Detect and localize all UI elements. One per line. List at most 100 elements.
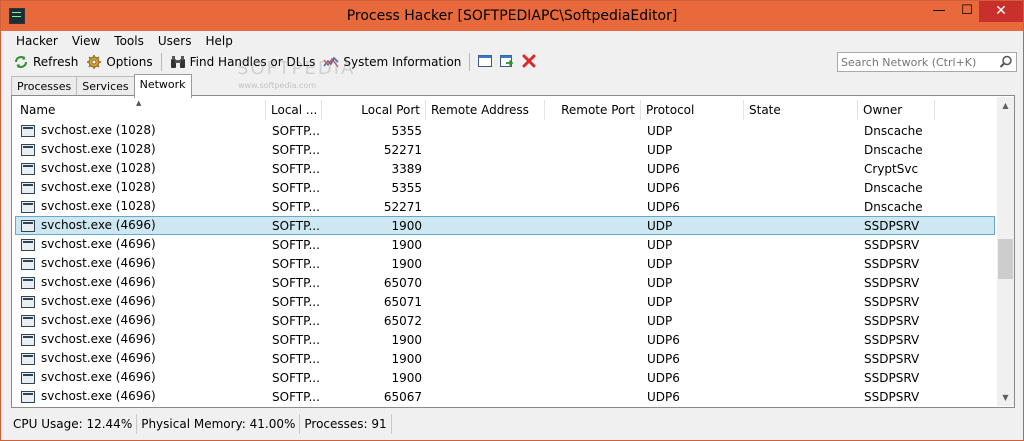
refresh-button[interactable]: Refresh (9, 51, 82, 73)
cell-local-port: 5355 (391, 124, 422, 138)
column-remote-port[interactable]: Remote Port (545, 100, 641, 120)
process-name: svchost.exe (4696) (41, 313, 156, 327)
cell-remote-address (427, 274, 546, 291)
cell-local-address: SOFTP... (272, 124, 320, 138)
cell-remote-address (427, 331, 546, 348)
cell-owner: SSDPSRV (864, 257, 920, 271)
scroll-thumb[interactable] (998, 239, 1013, 279)
tab-network[interactable]: Network (133, 74, 192, 98)
cell-name: svchost.exe (4696) (16, 350, 267, 367)
cell-remote-address (427, 122, 546, 139)
cell-protocol: UDP (647, 314, 673, 328)
cell-state (745, 160, 859, 177)
search-box[interactable] (837, 52, 1017, 72)
minimize-button[interactable]: — (925, 1, 953, 22)
cell-remote-address (427, 236, 546, 253)
table-row[interactable]: svchost.exe (1028) SOFTP... 5355 UDP Dnscach… (15, 121, 995, 140)
column-owner[interactable]: Owner (858, 100, 935, 120)
cell-remote-port (546, 350, 642, 367)
cell-owner: CryptSvc (864, 162, 919, 176)
process-icon (21, 352, 35, 365)
menu-tools[interactable]: Tools (107, 31, 151, 51)
status-bar: CPU Usage: 12.44% Physical Memory: 41.00… (9, 414, 392, 434)
cell-name: svchost.exe (1028) (16, 179, 267, 196)
cell-protocol: UDP6 (647, 162, 680, 176)
maximize-button[interactable]: ☐ (953, 1, 981, 22)
cell-owner: SSDPSRV (864, 371, 920, 385)
cell-state (745, 179, 859, 196)
table-row[interactable]: svchost.exe (4696) SOFTP... 1900 UDP SSDPSRV (15, 254, 995, 273)
table-row[interactable]: svchost.exe (1028) SOFTP... 52271 UDP Dnscac… (15, 140, 995, 159)
table-row[interactable]: svchost.exe (1028) SOFTP... 52271 UDP6 Dnsca… (15, 197, 995, 216)
table-row[interactable]: svchost.exe (4696) SOFTP... 1900 UDP6 SSDPSR… (15, 330, 995, 349)
table-row[interactable]: svchost.exe (4696) SOFTP... 1900 UDP6 SSDPSR… (15, 368, 995, 387)
table-row[interactable]: svchost.exe (4696) SOFTP... 1900 UDP SSDPSRV (15, 235, 995, 254)
process-icon (21, 390, 35, 403)
table-row[interactable]: svchost.exe (4696) SOFTP... 65070 UDP SSDPSR… (15, 273, 995, 292)
cell-protocol: UDP (647, 257, 673, 271)
cell-local-address: SOFTP... (272, 181, 320, 195)
search-input[interactable] (838, 53, 993, 71)
table-row[interactable]: svchost.exe (4696) SOFTP... 65071 UDP SSDPSR… (15, 292, 995, 311)
column-remote-address[interactable]: Remote Address (426, 100, 545, 120)
menu-users[interactable]: Users (151, 31, 199, 51)
menu-hacker[interactable]: Hacker (9, 31, 65, 51)
column-protocol[interactable]: Protocol (641, 100, 744, 120)
table-row[interactable]: svchost.exe (1028) SOFTP... 3389 UDP6 CryptS… (15, 159, 995, 178)
scroll-down-icon[interactable]: ▼ (997, 389, 1014, 406)
cell-remote-port (546, 122, 642, 139)
cell-state (745, 369, 859, 386)
close-button[interactable]: ✕ (979, 1, 1023, 22)
scroll-up-icon[interactable]: ▲ (997, 97, 1014, 114)
tab-processes[interactable]: Processes (11, 76, 78, 97)
cell-remote-port (546, 274, 642, 291)
table-row[interactable]: svchost.exe (1028) SOFTP... 5355 UDP6 Dnscac… (15, 178, 995, 197)
cell-local-port: 1900 (391, 238, 422, 252)
column-local-address[interactable]: Local ... (266, 100, 322, 120)
menu-help[interactable]: Help (198, 31, 239, 51)
process-icon (21, 314, 35, 327)
cell-local-port: 1900 (391, 219, 422, 233)
vertical-scrollbar[interactable]: ▲ ▼ (997, 97, 1014, 406)
go-button[interactable] (496, 51, 518, 73)
cell-protocol: UDP (647, 219, 673, 233)
cell-protocol: UDP (647, 143, 673, 157)
process-name: svchost.exe (4696) (41, 256, 156, 270)
table-row[interactable]: svchost.exe (4696) SOFTP... 1900 UDP SSDPSRV (15, 216, 995, 235)
cell-local-address: SOFTP... (272, 371, 320, 385)
cell-local-address: SOFTP... (272, 257, 320, 271)
cell-local-port: 65067 (383, 390, 422, 404)
status-cpu: CPU Usage: 12.44% (9, 414, 138, 434)
cell-remote-address (427, 141, 546, 158)
cell-protocol: UDP6 (647, 371, 680, 385)
table-row[interactable]: svchost.exe (4696) SOFTP... 65067 UDP6 SSDPS… (15, 387, 995, 406)
terminate-button[interactable] (518, 51, 540, 73)
cell-remote-port (546, 179, 642, 196)
cell-remote-port (546, 141, 642, 158)
cell-remote-port (546, 293, 642, 310)
gear-icon (86, 54, 102, 70)
search-icon[interactable] (999, 55, 1013, 69)
cell-local-address: SOFTP... (272, 333, 320, 347)
close-icon (521, 53, 537, 72)
cell-local-port: 52271 (383, 143, 422, 157)
table-row[interactable]: svchost.exe (4696) SOFTP... 1900 UDP6 SSDPSR… (15, 349, 995, 368)
menu-view[interactable]: View (65, 31, 107, 51)
tab-services[interactable]: Services (76, 76, 135, 97)
cell-remote-port (546, 160, 642, 177)
window-button[interactable] (474, 51, 496, 73)
cell-owner: Dnscache (864, 143, 923, 157)
title-bar[interactable]: Process Hacker [SOFTPEDIAPC\SoftpediaEdi… (1, 1, 1023, 31)
table-row[interactable]: svchost.exe (4696) SOFTP... 65072 UDP SSDPSR… (15, 311, 995, 330)
cell-remote-port (546, 198, 642, 215)
process-name: svchost.exe (4696) (41, 237, 156, 251)
process-name: svchost.exe (4696) (41, 389, 156, 403)
process-icon (21, 181, 35, 194)
cell-protocol: UDP6 (647, 333, 680, 347)
cell-local-address: SOFTP... (272, 200, 320, 214)
binoculars-icon (170, 54, 186, 70)
column-local-port[interactable]: Local Port (322, 100, 426, 120)
column-state[interactable]: State (744, 100, 858, 120)
cell-local-port: 1900 (391, 371, 422, 385)
options-button[interactable]: Options (82, 51, 156, 73)
